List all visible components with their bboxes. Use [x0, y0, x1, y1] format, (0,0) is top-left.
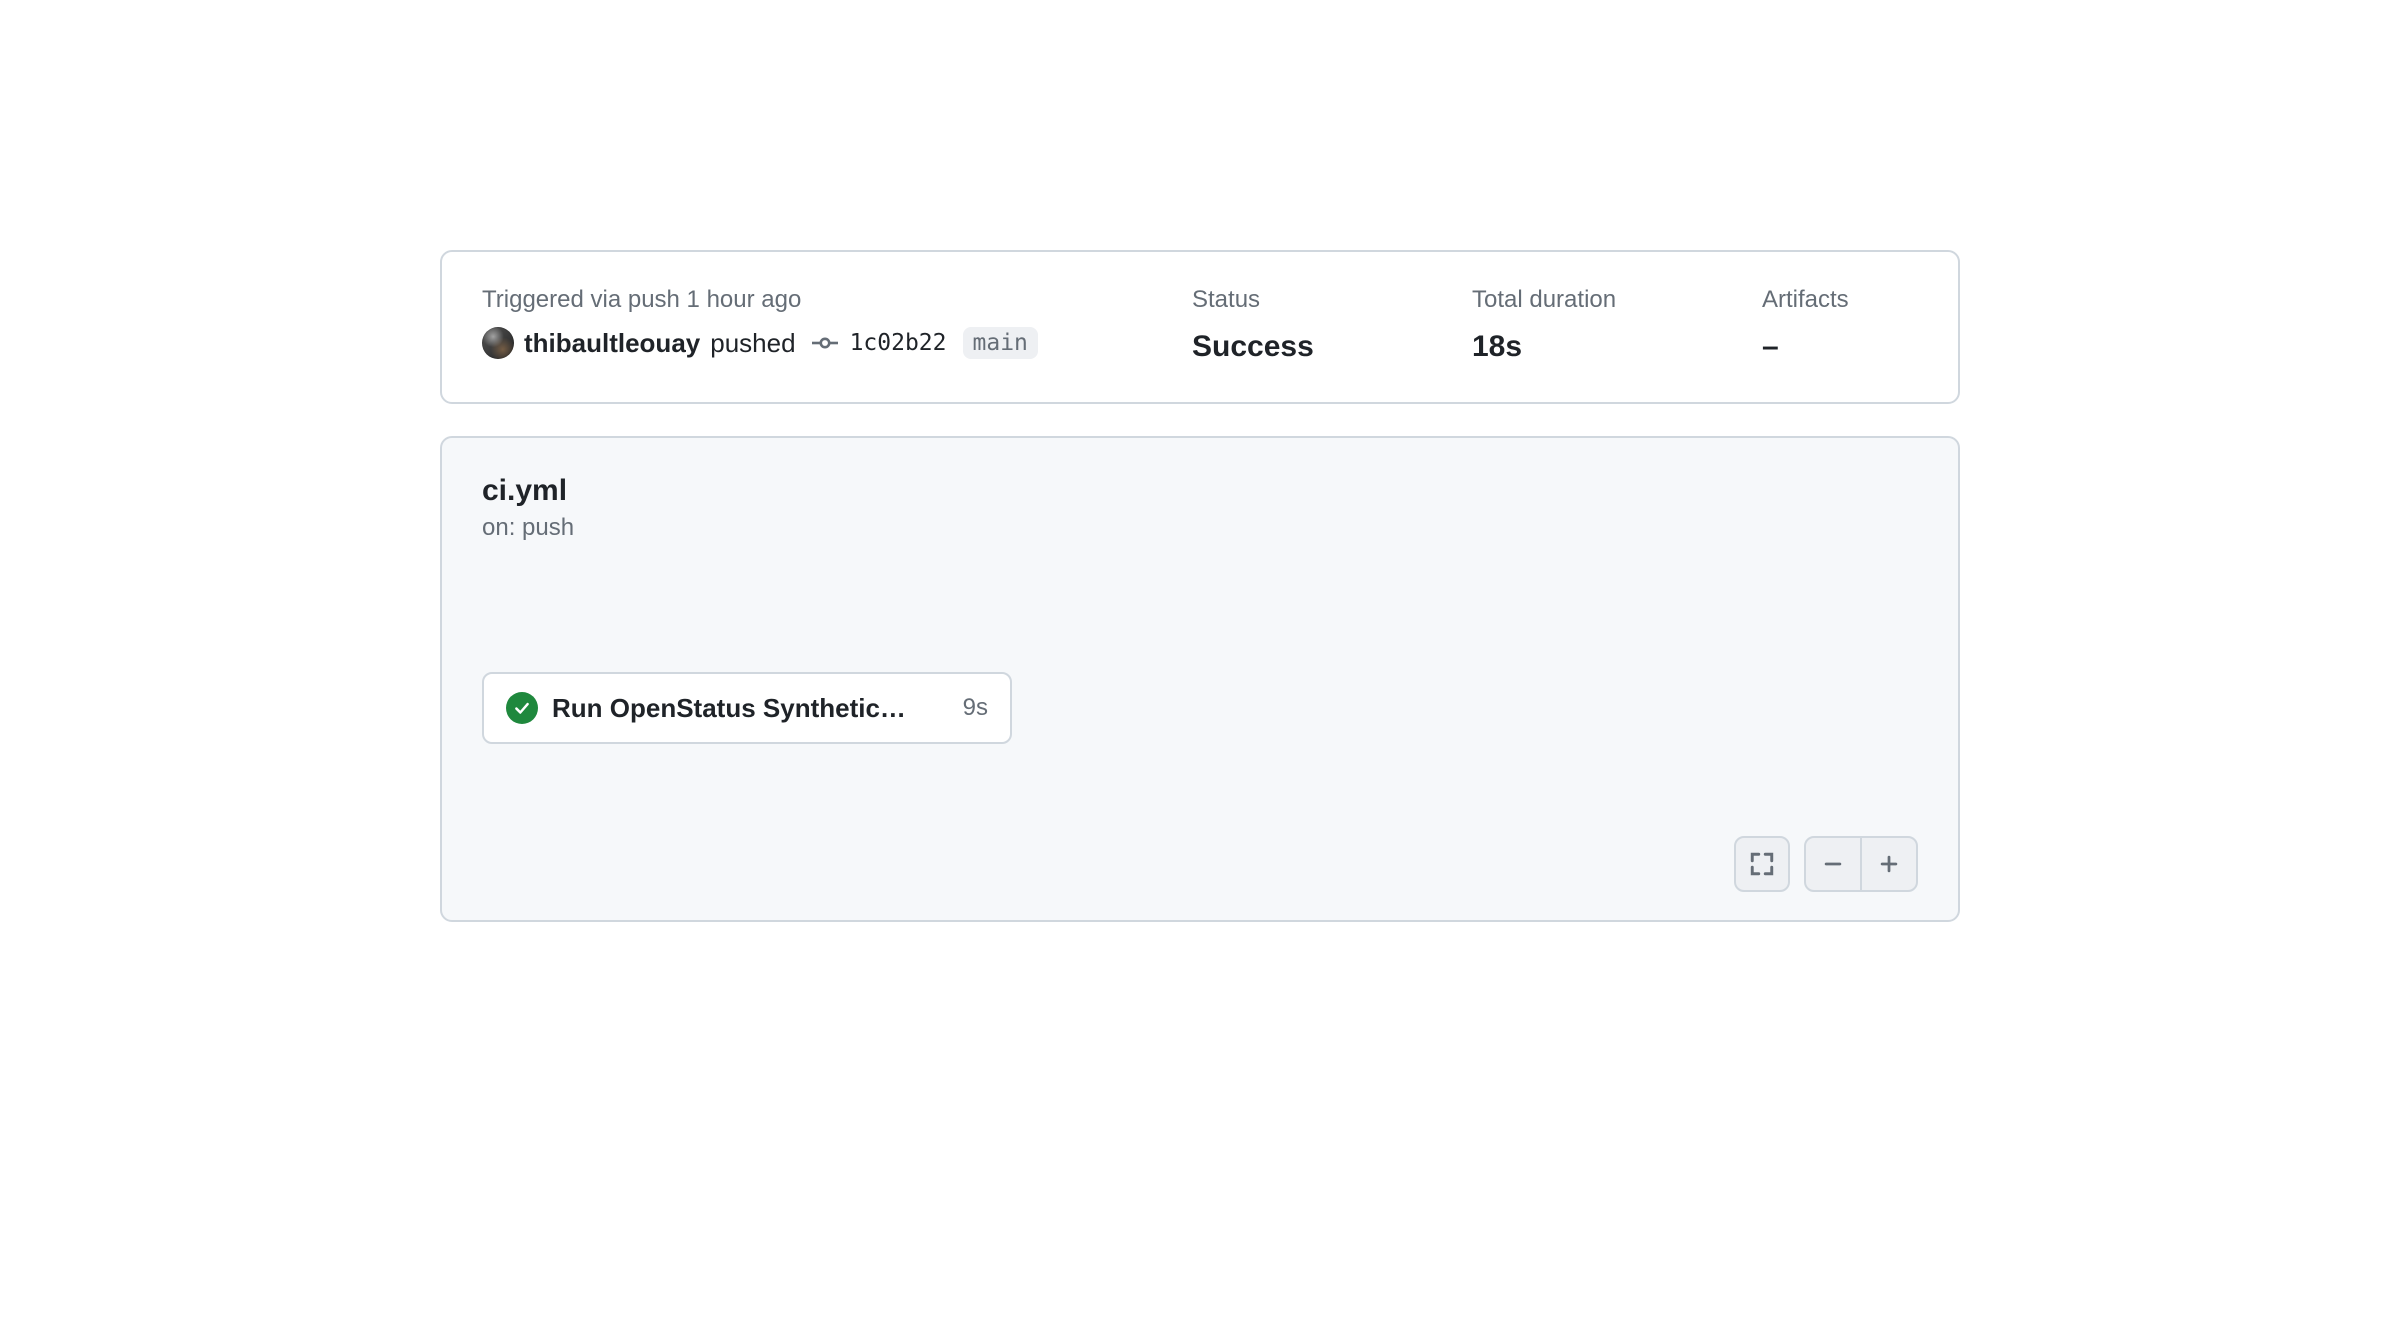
workflow-graph-panel: ci.yml on: push Run OpenStatus Synthetic… [440, 436, 1960, 922]
zoom-in-button[interactable] [1862, 838, 1916, 890]
duration-value[interactable]: 18s [1472, 327, 1742, 366]
duration-column: Total duration 18s [1472, 284, 1742, 366]
artifacts-value: – [1762, 327, 1918, 366]
run-summary-panel: Triggered via push 1 hour ago thibaultle… [440, 250, 1960, 404]
job-duration: 9s [963, 694, 988, 722]
zoom-out-button[interactable] [1806, 838, 1860, 890]
status-column: Status Success [1192, 284, 1452, 366]
commit-sha-link[interactable]: 1c02b22 [850, 330, 947, 356]
status-value: Success [1192, 327, 1452, 366]
commit-icon [812, 330, 838, 356]
viewport: Triggered via push 1 hour ago thibaultle… [0, 0, 2400, 1318]
workflow-file-name[interactable]: ci.yml [482, 474, 1918, 508]
branch-pill[interactable]: main [963, 327, 1038, 359]
action-word: pushed [710, 328, 795, 359]
content-column: Triggered via push 1 hour ago thibaultle… [440, 250, 1960, 1318]
trigger-label: Triggered via push 1 hour ago [482, 284, 1172, 315]
username-link[interactable]: thibaultleouay [524, 328, 700, 359]
status-label: Status [1192, 284, 1452, 315]
workflow-trigger-text: on: push [482, 514, 1918, 542]
avatar[interactable] [482, 327, 514, 359]
duration-label: Total duration [1472, 284, 1742, 315]
job-name: Run OpenStatus Synthetic… [552, 693, 949, 724]
trigger-column: Triggered via push 1 hour ago thibaultle… [482, 284, 1172, 366]
zoom-controls [1734, 836, 1918, 892]
job-card[interactable]: Run OpenStatus Synthetic… 9s [482, 672, 1012, 744]
artifacts-label: Artifacts [1762, 284, 1918, 315]
success-icon [506, 692, 538, 724]
artifacts-column: Artifacts – [1762, 284, 1918, 366]
trigger-row: thibaultleouay pushed 1c02b22 main [482, 327, 1172, 359]
fullscreen-button[interactable] [1734, 836, 1790, 892]
zoom-group [1804, 836, 1918, 892]
